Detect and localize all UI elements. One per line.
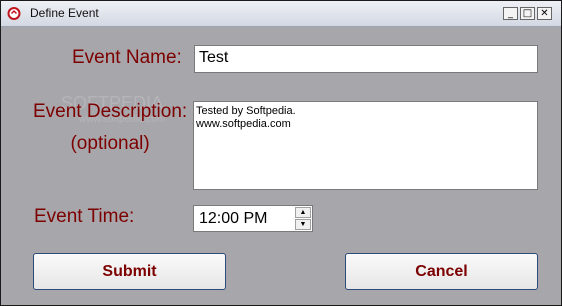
description-line: www.softpedia.com xyxy=(196,118,291,130)
window-title: Define Event xyxy=(30,6,99,20)
event-name-input[interactable]: Test xyxy=(194,45,538,73)
event-time-picker[interactable]: 12:00 PM ▲ ▼ xyxy=(193,205,313,232)
description-line: Tested by Softpedia. xyxy=(196,105,296,117)
time-spinner: ▲ ▼ xyxy=(295,207,311,230)
event-time-label: Event Time: xyxy=(34,206,135,227)
close-button[interactable]: ✕ xyxy=(537,7,552,20)
event-description-title: Event Description: xyxy=(33,101,188,122)
spin-down-icon[interactable]: ▼ xyxy=(295,219,311,230)
window-controls: _ □ ✕ xyxy=(503,7,552,20)
event-name-label: Event Name: xyxy=(72,47,182,68)
alarm-clock-icon xyxy=(7,7,21,20)
event-description-textarea[interactable]: Tested by Softpedia. www.softpedia.com xyxy=(193,101,538,190)
event-description-optional: (optional) xyxy=(70,133,150,154)
minimize-button[interactable]: _ xyxy=(503,7,518,20)
event-description-label: Event Description: (optional) xyxy=(33,96,187,160)
cancel-button[interactable]: Cancel xyxy=(345,253,538,290)
maximize-button[interactable]: □ xyxy=(520,7,535,20)
define-event-window: Define Event _ □ ✕ SOFTPEDIA www.softped… xyxy=(0,0,562,306)
spin-up-icon[interactable]: ▲ xyxy=(295,207,311,218)
submit-button[interactable]: Submit xyxy=(33,253,226,290)
title-bar[interactable]: Define Event _ □ ✕ xyxy=(1,1,561,27)
event-time-value: 12:00 PM xyxy=(199,210,268,227)
